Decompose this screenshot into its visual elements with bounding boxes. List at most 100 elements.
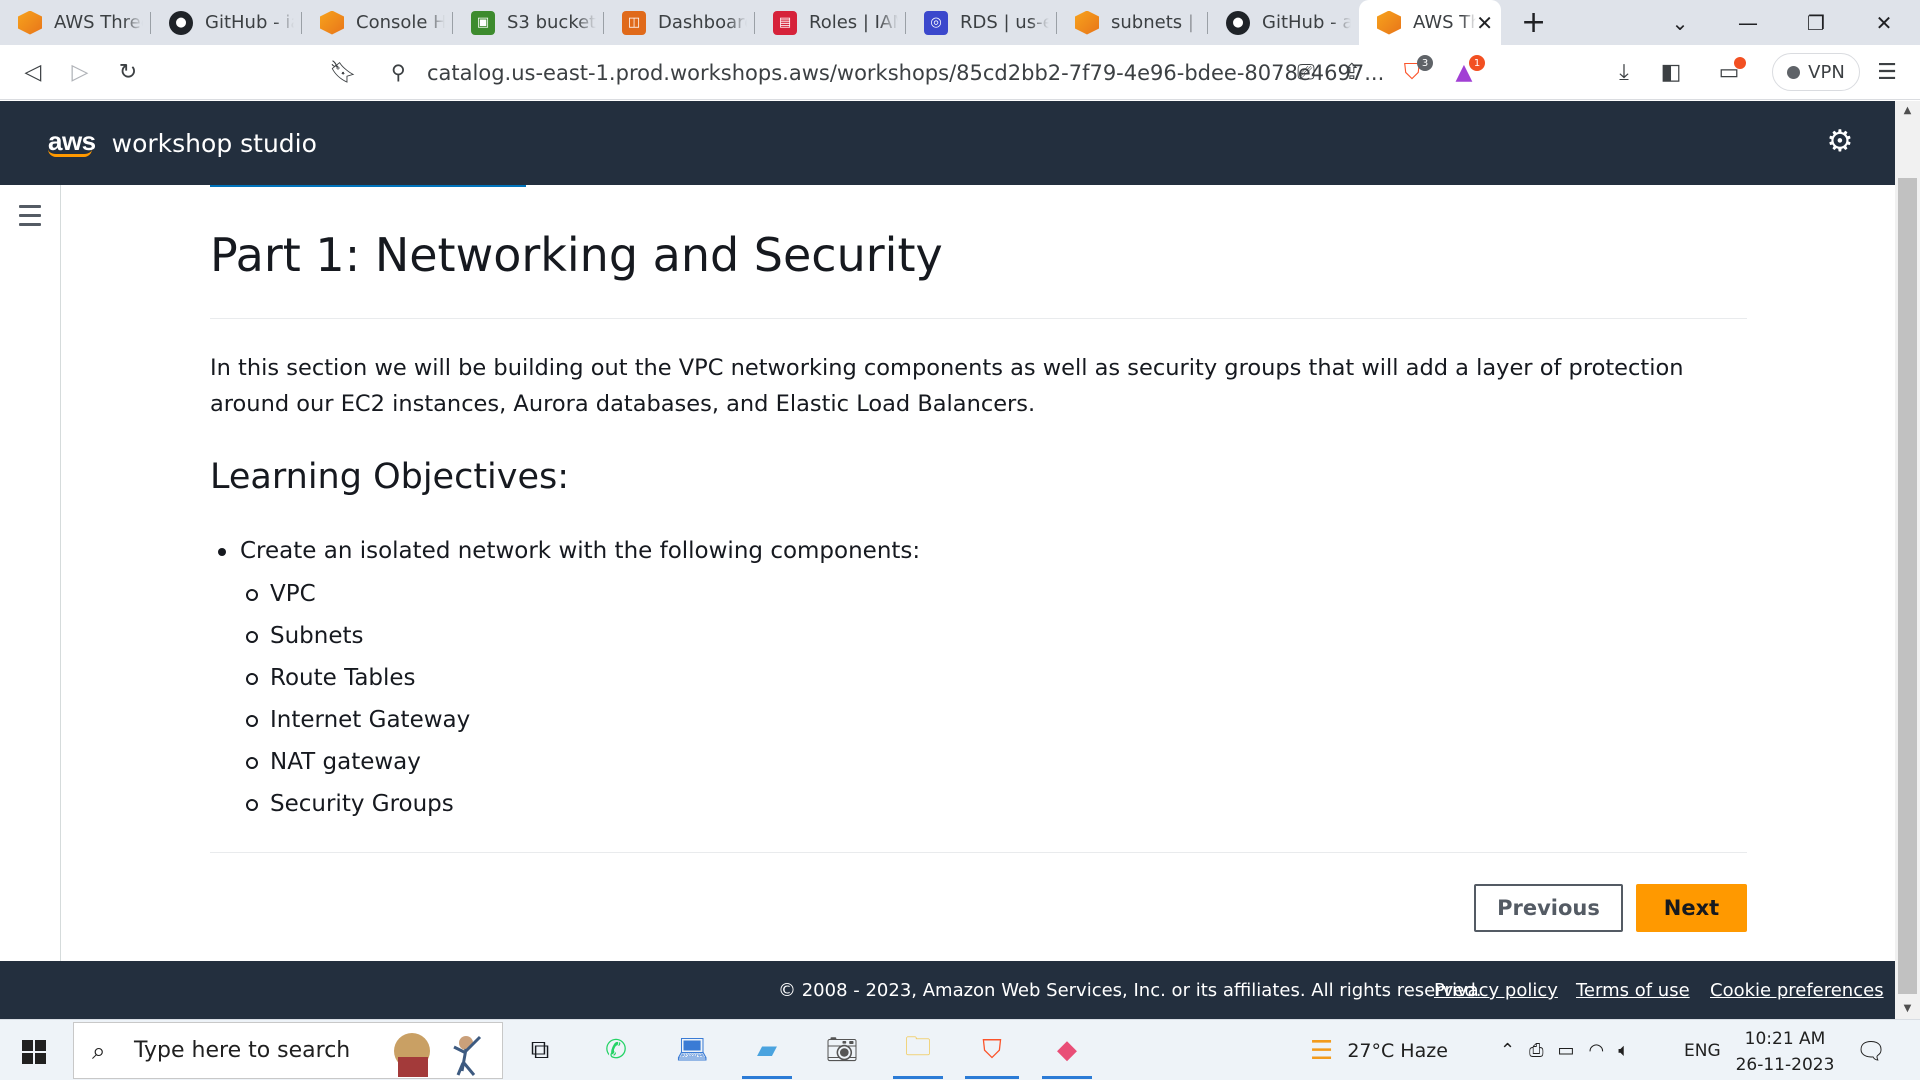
notes-app-icon[interactable]: ▰ — [742, 1028, 792, 1079]
taskbar-clock[interactable]: 10:21 AM 26-11-2023 — [1730, 1026, 1840, 1078]
list-item: Route Tables — [245, 657, 920, 699]
divider — [210, 852, 1747, 853]
page-scrollbar[interactable]: ▲ ▼ — [1895, 101, 1920, 1019]
learning-objectives-heading: Learning Objectives: — [210, 457, 570, 497]
terms-of-use-link[interactable]: Terms of use — [1576, 980, 1690, 1001]
list-item: Internet Gateway — [245, 699, 920, 741]
workshop-header: aws workshop studio ⚙ — [0, 101, 1895, 185]
search-highlight-illustration-icon — [394, 1033, 482, 1077]
laptop-app-icon[interactable]: 💻︎ — [670, 1028, 714, 1072]
divider — [210, 318, 1747, 319]
privacy-policy-link[interactable]: Privacy policy — [1434, 980, 1558, 1001]
vpn-button[interactable]: VPN — [1772, 53, 1860, 91]
brave-shield-icon[interactable]: ⛉ 3 — [1395, 55, 1433, 89]
components-list: VPC Subnets Route Tables Internet Gatewa… — [245, 573, 920, 825]
haze-weather-icon: ☰ — [1310, 1035, 1334, 1066]
brave-rewards-icon[interactable]: ▲ 1 — [1447, 55, 1485, 89]
rewards-count-badge: 1 — [1469, 55, 1485, 71]
header-title: workshop studio — [111, 128, 317, 158]
gear-icon[interactable]: ⚙ — [1825, 127, 1855, 157]
previous-button[interactable]: Previous — [1474, 884, 1623, 932]
camera-icon[interactable]: 📷︎ — [820, 1028, 864, 1072]
tab-rds[interactable]: ◎RDS | us-east — [906, 0, 1057, 45]
tab-github-aws[interactable]: ●GitHub - aw — [1208, 0, 1359, 45]
windows-taskbar: ⌕ Type here to search ⧉ ✆ 💻︎ ▰ 📷︎ 🗀 ⛉ ◆ … — [0, 1019, 1920, 1080]
task-view-icon[interactable]: ⧉ — [518, 1028, 562, 1072]
site-info-icon[interactable]: ⚲ — [391, 60, 406, 84]
close-window-button[interactable]: ✕ — [1854, 0, 1914, 45]
tab-aws-three-tier[interactable]: AWS Three Tier — [0, 0, 151, 45]
github-icon: ● — [169, 10, 193, 35]
rds-icon: ◎ — [924, 10, 948, 35]
list-item: Create an isolated network with the foll… — [217, 533, 920, 825]
file-explorer-icon[interactable]: 🗀 — [893, 1028, 943, 1079]
aws-icon — [1377, 10, 1401, 35]
minimize-button[interactable]: — — [1718, 0, 1778, 45]
whatsapp-icon[interactable]: ✆ — [594, 1028, 638, 1072]
new-tab-button[interactable]: + — [1521, 5, 1546, 40]
list-item: Security Groups — [245, 783, 920, 825]
menu-icon[interactable]: ☰ — [1870, 55, 1904, 89]
cast-icon[interactable]: ⎚ — [1289, 55, 1323, 89]
tab-s3-buckets[interactable]: ▣ S3 buckets — [453, 0, 604, 45]
intro-paragraph: In this section we will be building out … — [210, 355, 1684, 417]
download-icon[interactable]: ⤓ — [1607, 55, 1641, 89]
navigation-rail — [0, 185, 61, 961]
list-item: Subnets — [245, 615, 920, 657]
cookie-preferences-link[interactable]: Cookie preferences — [1710, 980, 1884, 1001]
scroll-up-icon[interactable]: ▲ — [1895, 101, 1920, 121]
hamburger-menu-icon[interactable] — [19, 205, 41, 232]
notification-icon[interactable]: 🗨︎ — [1856, 1020, 1886, 1081]
restore-button[interactable]: ❐ — [1786, 0, 1846, 45]
shield-count-badge: 3 — [1417, 55, 1433, 71]
wifi-icon[interactable]: ◠ — [1589, 1040, 1605, 1061]
tray-overflow-chevron-icon[interactable]: ⌃ — [1500, 1040, 1515, 1061]
browser-tab-strip: AWS Three Tier ●GitHub - ian Console Hom… — [0, 0, 1920, 45]
git-app-icon[interactable]: ◆ — [1042, 1028, 1092, 1079]
s3-icon: ▣ — [471, 10, 495, 35]
language-indicator[interactable]: ENG — [1684, 1020, 1721, 1081]
scroll-down-icon[interactable]: ▼ — [1895, 999, 1920, 1019]
taskbar-search-box[interactable]: ⌕ Type here to search — [73, 1022, 503, 1079]
aws-logo[interactable]: aws — [48, 128, 96, 157]
share-icon[interactable]: ⇪ — [1335, 55, 1369, 89]
system-tray: ⌃ ⎙ ▭ ◠ 🔈︎ — [1500, 1020, 1629, 1081]
meet-now-icon[interactable]: ⎙ — [1529, 1040, 1543, 1061]
search-placeholder: Type here to search — [134, 1038, 351, 1063]
objectives-list: Create an isolated network with the foll… — [217, 533, 920, 825]
tab-console-home[interactable]: Console Home — [302, 0, 453, 45]
list-item: VPC — [245, 573, 920, 615]
volume-icon[interactable]: 🔈︎ — [1618, 1040, 1629, 1061]
tab-roles-iam[interactable]: ▤ Roles | IAM — [755, 0, 906, 45]
sidebar-icon[interactable]: ◧ — [1654, 55, 1688, 89]
vpn-status-icon — [1787, 65, 1801, 79]
forward-button[interactable]: ▷ — [63, 55, 97, 89]
aws-icon — [320, 10, 344, 35]
aws-icon — [18, 10, 42, 35]
scroll-thumb[interactable] — [1898, 178, 1917, 994]
section-progress-line — [210, 185, 526, 187]
reload-button[interactable]: ↻ — [111, 55, 145, 89]
tab-search-chevron-icon[interactable]: ⌄ — [1650, 0, 1710, 45]
tab-dashboard[interactable]: ◫ Dashboard — [604, 0, 755, 45]
page-title: Part 1: Networking and Security — [210, 228, 943, 282]
next-button[interactable]: Next — [1636, 884, 1747, 932]
aws-icon — [1075, 10, 1099, 35]
battery-icon[interactable]: ▭ — [1558, 1040, 1575, 1061]
weather-widget[interactable]: ☰ 27°C Haze — [1310, 1020, 1448, 1081]
tab-active-aws-workshop[interactable]: AWS Th ✕ — [1359, 0, 1501, 45]
brave-browser-icon[interactable]: ⛉ — [965, 1028, 1019, 1079]
tab-github-ian[interactable]: ●GitHub - ian — [151, 0, 302, 45]
wallet-icon[interactable]: ▭ — [1712, 55, 1746, 89]
browser-toolbar: ◁ ▷ ↻ 🔖︎ ⚲ catalog.us-east-1.prod.worksh… — [0, 45, 1920, 100]
close-tab-icon[interactable]: ✕ — [1476, 11, 1493, 35]
back-button[interactable]: ◁ — [16, 55, 50, 89]
dashboard-icon: ◫ — [622, 10, 646, 35]
list-item: NAT gateway — [245, 741, 920, 783]
tab-subnets-vpc[interactable]: subnets | VPC — [1057, 0, 1208, 45]
copyright-text: © 2008 - 2023, Amazon Web Services, Inc.… — [778, 980, 1482, 1001]
windows-start-icon[interactable] — [22, 1040, 46, 1064]
github-icon: ● — [1226, 10, 1250, 35]
bookmark-icon[interactable]: 🔖︎ — [326, 55, 360, 89]
page-footer: © 2008 - 2023, Amazon Web Services, Inc.… — [0, 961, 1895, 1019]
